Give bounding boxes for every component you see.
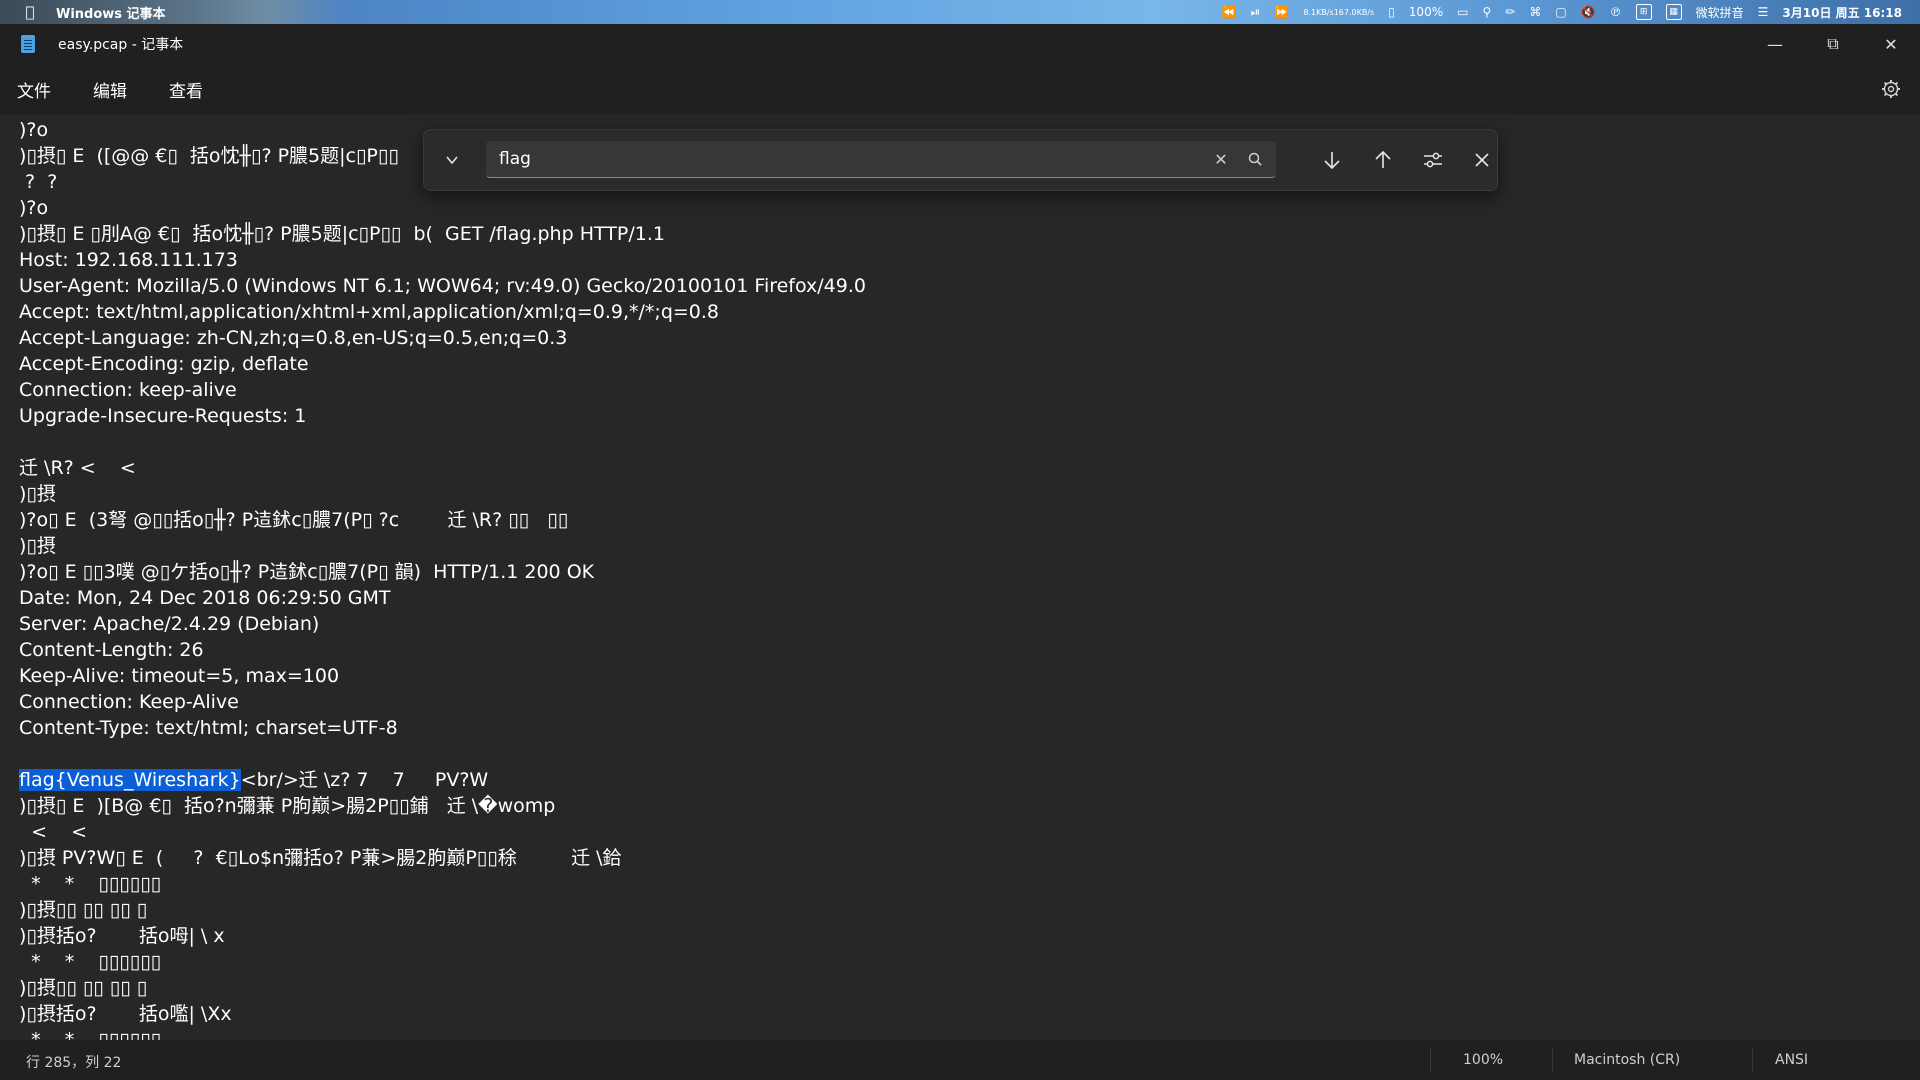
input-source-icon[interactable]: ⊞ bbox=[1635, 4, 1652, 20]
editor-line: Server: Apache/2.4.29 (Debian) bbox=[19, 613, 320, 635]
close-window-button[interactable]: ✕ bbox=[1862, 24, 1920, 64]
ime-name[interactable]: 微软拼音 bbox=[1696, 4, 1744, 21]
editor-line: )▯摂括o? 括o嚂| \Xx bbox=[19, 1003, 232, 1025]
editor-line: 迁 \R? < < bbox=[19, 457, 136, 479]
menubar-status-area: ⏪ ⏯ ⏩ 8.1KB/s 167.0KB/s ▯ 100% ▭ ⚲ ✏ ⌘ ▢… bbox=[1222, 0, 1902, 24]
editor-line: )▯摂▯ E )[B@ €▯ 括o?n彌蒹 P朐巅>腸2P▯▯鋪 迁 \�wom… bbox=[19, 795, 556, 817]
search-options-sliders-icon[interactable] bbox=[1415, 142, 1451, 178]
editor-line: * * ▯▯▯▯▯▯ bbox=[19, 951, 162, 973]
editor-line: )▯摂▯▯ ▯▯ ▯▯ ▯ bbox=[19, 977, 148, 999]
zoom-level: 100% bbox=[1463, 1052, 1504, 1068]
menu-file[interactable]: 文件 bbox=[17, 71, 51, 108]
battery-percent: 100% bbox=[1408, 5, 1444, 19]
spotlight-search-icon[interactable]: ⚲ bbox=[1482, 5, 1491, 19]
line-ending: Macintosh (CR) bbox=[1574, 1052, 1681, 1068]
editor-line: Content-Type: text/html; charset=UTF-8 bbox=[19, 717, 398, 739]
close-find-icon[interactable] bbox=[1464, 142, 1500, 178]
find-query[interactable]: flag bbox=[499, 149, 531, 169]
control-center-icon[interactable]: ☰ bbox=[1758, 5, 1769, 19]
editor-line: )?o▯ E ▯▯3噗 @▯ケ括o▯╫? P迼鉥c▯膿7(P▯ 韻) HTTP/… bbox=[19, 561, 595, 583]
find-input[interactable]: flag ✕ bbox=[486, 141, 1276, 178]
encoding: ANSI bbox=[1775, 1052, 1809, 1068]
network-speed: 8.1KB/s 167.0KB/s bbox=[1303, 8, 1374, 17]
editor-line: Accept-Language: zh-CN,zh;q=0.8,en-US;q=… bbox=[19, 327, 568, 349]
active-app-name[interactable]: Windows 记事本 bbox=[56, 3, 166, 22]
bluetooth-icon[interactable]: ℗ bbox=[1610, 5, 1622, 19]
editor-content[interactable]: )?o)▯摂▯ E ([@@ €▯ 括o忱╫▯? P膿5题|c▯P▯▯ ? ?)… bbox=[19, 117, 866, 1040]
menu-view[interactable]: 查看 bbox=[169, 71, 203, 108]
find-bar: flag ✕ bbox=[423, 129, 1498, 191]
expand-replace-chevron-icon[interactable] bbox=[434, 142, 470, 178]
editor-line: )?o▯ E (3弩 @▯▯括o▯╫? P迼鉥c▯膿7(P▯ ?c 迁 \R? … bbox=[19, 509, 569, 531]
window-controls: — ⧉ ✕ bbox=[1746, 24, 1920, 64]
system-menubar:  Windows 记事本 ⏪ ⏯ ⏩ 8.1KB/s 167.0KB/s ▯ … bbox=[0, 0, 1920, 24]
menu-bar: 文件 编辑 查看 bbox=[0, 64, 1920, 114]
editor-line: Date: Mon, 24 Dec 2018 06:29:50 GMT bbox=[19, 587, 391, 609]
clear-icon[interactable]: ✕ bbox=[1210, 148, 1232, 170]
find-previous-arrow-up-icon[interactable] bbox=[1365, 142, 1401, 178]
settings-gear-icon[interactable] bbox=[1879, 77, 1903, 101]
net-down-speed: 167.0KB/s bbox=[1333, 7, 1375, 17]
editor-line: * * ▯▯▯▯▯▯ bbox=[19, 1029, 162, 1040]
display-icon[interactable]: ▢ bbox=[1555, 5, 1566, 19]
editor-line: )▯摂 bbox=[19, 535, 56, 557]
ime-grid-icon[interactable]: ▦ bbox=[1665, 4, 1682, 20]
status-divider bbox=[1430, 1048, 1431, 1072]
fast-forward-icon[interactable]: ⏩ bbox=[1274, 5, 1289, 19]
editor-line: Upgrade-Insecure-Requests: 1 bbox=[19, 405, 307, 427]
window-titlebar: easy.pcap - 记事本 — ⧉ ✕ bbox=[0, 24, 1920, 64]
editor-line: User-Agent: Mozilla/5.0 (Windows NT 6.1;… bbox=[19, 275, 866, 297]
find-next-arrow-down-icon[interactable] bbox=[1314, 142, 1350, 178]
menubar-clock[interactable]: 3月10日 周五 16:18 bbox=[1782, 4, 1902, 21]
editor-line: )▯摂括o? 括o呣| \ x bbox=[19, 925, 225, 947]
text-editor[interactable]: )?o)▯摂▯ E ([@@ €▯ 括o忱╫▯? P膿5题|c▯P▯▯ ? ?)… bbox=[0, 114, 1920, 1040]
search-match-highlight: flag{Venus_Wireshark} bbox=[19, 769, 241, 791]
mute-icon[interactable]: 🔇 bbox=[1581, 5, 1596, 19]
editor-line: Accept: text/html,application/xhtml+xml,… bbox=[19, 301, 720, 323]
status-divider bbox=[1752, 1048, 1753, 1072]
minimize-button[interactable]: — bbox=[1746, 24, 1804, 64]
restore-button[interactable]: ⧉ bbox=[1804, 24, 1862, 64]
notepad-icon bbox=[21, 35, 35, 53]
editor-line: Content-Length: 26 bbox=[19, 639, 204, 661]
editor-line: Accept-Encoding: gzip, deflate bbox=[19, 353, 309, 375]
rewind-icon[interactable]: ⏪ bbox=[1222, 5, 1237, 19]
editor-line: * * ▯▯▯▯▯▯ bbox=[19, 873, 162, 895]
search-icon[interactable] bbox=[1244, 148, 1266, 170]
editor-line: Host: 192.168.111.173 bbox=[19, 249, 238, 271]
phone-icon[interactable]: ▯ bbox=[1388, 5, 1395, 19]
window-title: easy.pcap - 记事本 bbox=[58, 37, 184, 53]
editor-line: )?o bbox=[19, 197, 49, 219]
menu-edit[interactable]: 编辑 bbox=[93, 71, 127, 108]
editor-line: Keep-Alive: timeout=5, max=100 bbox=[19, 665, 340, 687]
editor-line: )▯摂▯▯ ▯▯ ▯▯ ▯ bbox=[19, 899, 148, 921]
battery-icon[interactable]: ▭ bbox=[1457, 5, 1468, 19]
wifi-icon[interactable]: ⌘ bbox=[1529, 5, 1541, 19]
play-pause-icon[interactable]: ⏯ bbox=[1251, 5, 1261, 20]
editor-line: )▯摂 bbox=[19, 483, 56, 505]
editor-line: )▯摂 PV?W▯ E ( ? €▯Lo$n彌括o? P蒹>腸2朐巅P▯▯稌 迁… bbox=[19, 847, 622, 869]
editor-line: )▯摂▯ E ▯刖A@ €▯ 括o忱╫▯? P膿5题|c▯P▯▯ b( GET … bbox=[19, 223, 665, 245]
cursor-position: 行 285，列 22 bbox=[26, 1055, 122, 1071]
pen-icon[interactable]: ✏ bbox=[1505, 5, 1515, 19]
apple-icon[interactable]:  bbox=[20, 2, 40, 22]
editor-line: flag{Venus_Wireshark}<br/>迁 \z? 7 7 PV?W bbox=[19, 769, 489, 791]
editor-line: < < bbox=[19, 821, 88, 843]
editor-line: Connection: keep-alive bbox=[19, 379, 237, 401]
editor-line: Connection: Keep-Alive bbox=[19, 691, 239, 713]
status-divider bbox=[1552, 1048, 1553, 1072]
status-bar: 行 285，列 22 100% Macintosh (CR) ANSI bbox=[0, 1040, 1920, 1080]
net-up-speed: 8.1KB/s bbox=[1303, 7, 1334, 17]
